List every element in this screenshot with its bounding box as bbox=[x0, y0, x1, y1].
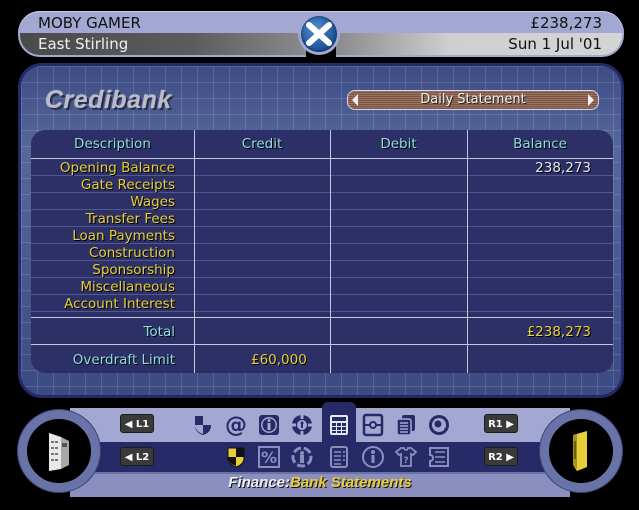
overdraft-divider bbox=[31, 344, 613, 345]
percent-icon[interactable]: % bbox=[256, 444, 282, 470]
statement-type-selector[interactable]: Daily Statement bbox=[347, 90, 599, 110]
credibank-panel: Credibank Daily Statement Description Cr… bbox=[18, 63, 624, 398]
table-row: Construction bbox=[89, 245, 175, 261]
email-icon[interactable]: @ bbox=[223, 412, 249, 438]
staff-icon[interactable] bbox=[289, 444, 315, 470]
navigation-bar: ◀ L1 ◀ L2 R1 ▶ R2 ▶ @ % ? Finance:Bank S… bbox=[18, 402, 622, 498]
table-row: Sponsorship bbox=[92, 262, 175, 278]
info-icon[interactable] bbox=[256, 412, 282, 438]
scotland-flag-icon[interactable] bbox=[301, 16, 337, 52]
breadcrumb-page: Bank Statements bbox=[289, 474, 412, 491]
club-name: East Stirling bbox=[38, 35, 129, 53]
total-label: Total bbox=[143, 324, 175, 340]
statement-type-label: Daily Statement bbox=[420, 92, 526, 107]
table-row: Account Interest bbox=[64, 296, 175, 312]
table-row: Opening Balance bbox=[59, 160, 175, 176]
l2-button[interactable]: ◀ L2 bbox=[120, 447, 154, 466]
l1-label: L1 bbox=[135, 419, 150, 430]
current-date: Sun 1 Jul '01 bbox=[508, 35, 602, 53]
svg-text:?: ? bbox=[403, 456, 408, 466]
safe-icon[interactable] bbox=[360, 412, 386, 438]
club-shield-icon[interactable] bbox=[190, 412, 216, 438]
overdraft-label: Overdraft Limit bbox=[72, 352, 175, 368]
column-divider bbox=[330, 130, 331, 373]
person-circle-icon[interactable] bbox=[360, 444, 386, 470]
opening-balance-value: 238,273 bbox=[535, 160, 591, 176]
overdraft-limit-value: £60,000 bbox=[251, 352, 307, 368]
column-header-description: Description bbox=[74, 136, 151, 152]
page-title: Credibank bbox=[45, 86, 172, 114]
svg-text:@: @ bbox=[225, 413, 247, 437]
breadcrumb-section: Finance: bbox=[228, 474, 290, 491]
column-divider bbox=[194, 130, 195, 373]
r2-button[interactable]: R2 ▶ bbox=[484, 447, 518, 466]
column-header-balance: Balance bbox=[513, 136, 567, 152]
bank-balance: £238,273 bbox=[530, 14, 602, 32]
calculator-icon[interactable] bbox=[326, 412, 352, 438]
l2-label: L2 bbox=[135, 452, 150, 463]
manager-name: MOBY GAMER bbox=[38, 14, 141, 32]
column-header-debit: Debit bbox=[380, 136, 417, 152]
l1-button[interactable]: ◀ L1 bbox=[120, 414, 154, 433]
table-row: Transfer Fees bbox=[85, 211, 175, 227]
r1-label: R1 bbox=[488, 419, 503, 430]
svg-text:%: % bbox=[261, 448, 277, 467]
ticket-icon[interactable] bbox=[426, 444, 452, 470]
bank-statement-table: Description Credit Debit Balance Opening… bbox=[31, 130, 613, 373]
column-divider bbox=[467, 130, 468, 373]
lifebuoy-icon[interactable] bbox=[289, 412, 315, 438]
total-divider bbox=[31, 317, 613, 318]
table-row: Gate Receipts bbox=[80, 177, 175, 193]
r1-button[interactable]: R1 ▶ bbox=[484, 414, 518, 433]
table-row: Wages bbox=[130, 194, 175, 210]
football-icon[interactable] bbox=[426, 412, 452, 438]
documents-icon[interactable] bbox=[393, 412, 419, 438]
table-row: Miscellaneous bbox=[80, 279, 175, 295]
header-divider bbox=[31, 158, 613, 159]
total-balance-value: £238,273 bbox=[526, 324, 591, 340]
manager-header: MOBY GAMER East Stirling £238,273 Sun 1 … bbox=[18, 11, 624, 57]
r2-label: R2 bbox=[488, 452, 503, 463]
list-icon[interactable] bbox=[326, 444, 352, 470]
finance-shield-icon[interactable] bbox=[223, 444, 249, 470]
column-header-credit: Credit bbox=[241, 136, 283, 152]
arrow-right-icon[interactable] bbox=[588, 94, 594, 106]
shirt-question-icon[interactable]: ? bbox=[393, 444, 419, 470]
table-row: Loan Payments bbox=[72, 228, 175, 244]
breadcrumb: Finance:Bank Statements bbox=[30, 474, 610, 491]
